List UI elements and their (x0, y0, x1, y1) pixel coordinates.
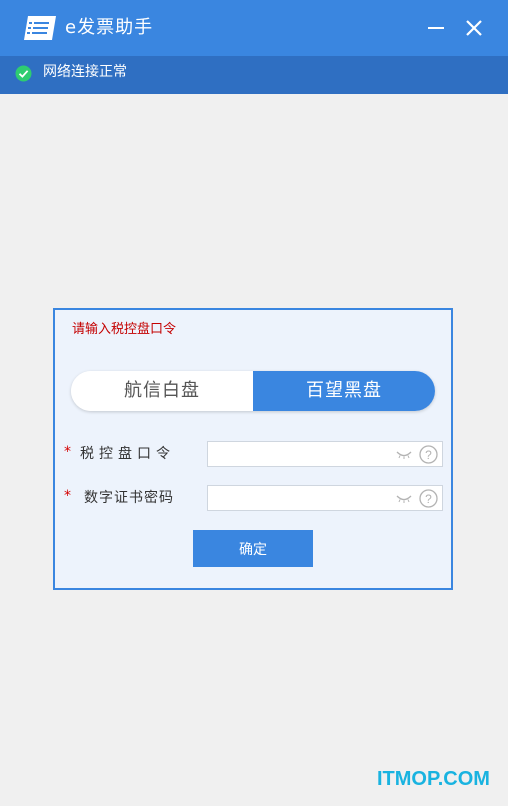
close-button[interactable] (459, 13, 489, 43)
tax-disk-password-label: 税控盘口令 (80, 446, 175, 462)
certificate-password-label: 数字证书密码 (84, 490, 174, 506)
close-icon (466, 20, 482, 36)
help-icon[interactable]: ? (419, 445, 438, 464)
disk-type-toggle: 航信白盘 百望黑盘 (71, 371, 435, 411)
password-dialog: 请输入税控盘口令 航信白盘 百望黑盘 * 税控盘口令 ? * 数字证书密码 ? … (53, 308, 453, 590)
confirm-button[interactable]: 确定 (193, 530, 313, 567)
required-mark: * (64, 444, 71, 460)
svg-text:?: ? (425, 492, 432, 506)
tax-disk-password-input[interactable]: ? (207, 441, 443, 467)
invoice-logo-icon (24, 16, 56, 40)
hidden-eye-icon[interactable] (396, 450, 412, 460)
option-baiwang-black-disk[interactable]: 百望黑盘 (253, 371, 435, 411)
svg-text:?: ? (425, 448, 432, 462)
app-title: e发票助手 (65, 17, 154, 38)
network-status-text: 网络连接正常 (43, 64, 127, 80)
minimize-icon (428, 27, 444, 29)
check-circle-icon (15, 65, 32, 82)
network-status-bar: 网络连接正常 (0, 56, 508, 94)
required-mark: * (64, 488, 71, 504)
dialog-heading: 请输入税控盘口令 (72, 322, 177, 337)
site-watermark: ITMOP.COM (377, 768, 490, 790)
help-icon[interactable]: ? (419, 489, 438, 508)
hidden-eye-icon[interactable] (396, 494, 412, 504)
option-hangxin-white-disk[interactable]: 航信白盘 (71, 371, 253, 411)
title-bar: e发票助手 (0, 0, 508, 56)
certificate-password-input[interactable]: ? (207, 485, 443, 511)
tax-disk-password-row: * 税控盘口令 ? (55, 441, 451, 467)
minimize-button[interactable] (421, 13, 451, 43)
certificate-password-row: * 数字证书密码 ? (55, 485, 451, 511)
